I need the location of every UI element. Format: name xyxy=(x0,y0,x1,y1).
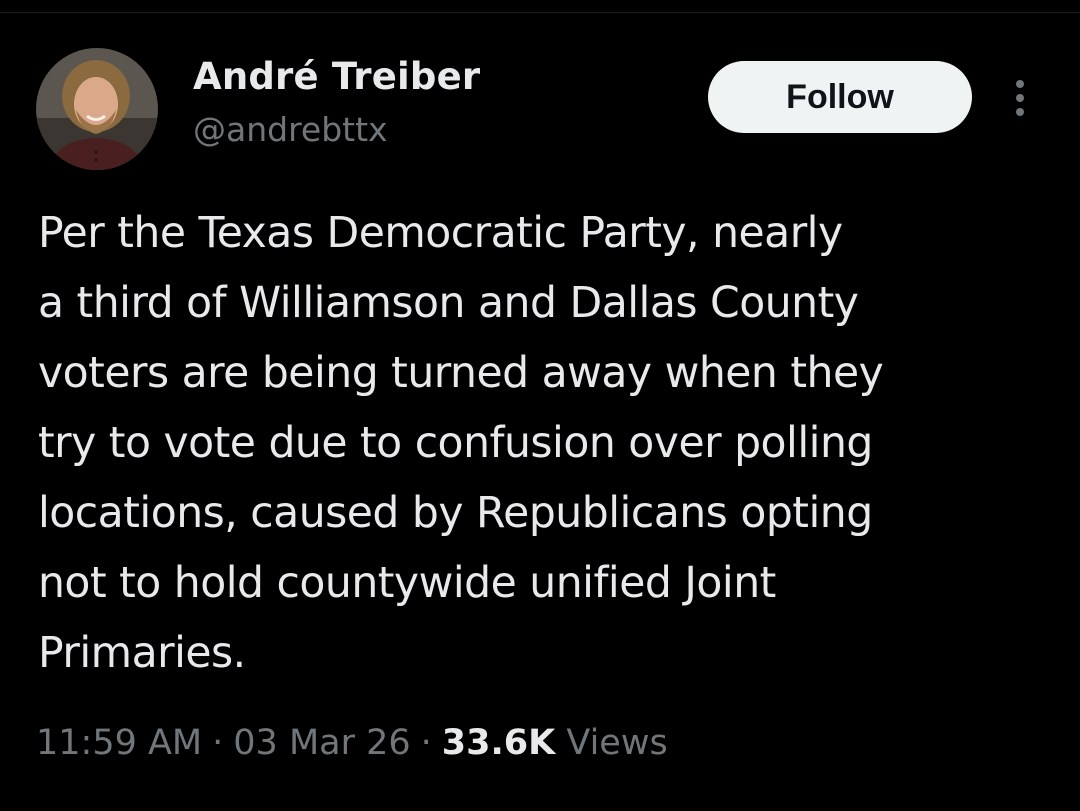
tweet-line: locations, caused by Republicans opting xyxy=(38,489,873,538)
author-name[interactable]: André Treiber xyxy=(193,55,480,98)
meta-separator: · xyxy=(420,723,432,763)
follow-button[interactable]: Follow xyxy=(708,61,972,133)
tweet-line: voters are being turned away when they xyxy=(38,349,884,398)
tweet-meta: 11:59 AM · 03 Mar 26 · 33.6K Views xyxy=(36,723,668,763)
author-handle[interactable]: @andrebttx xyxy=(193,110,388,149)
tweet-line: a third of Williamson and Dallas County xyxy=(38,279,859,328)
views-count: 33.6K xyxy=(441,723,556,763)
top-divider xyxy=(0,12,1080,13)
tweet-line: Primaries. xyxy=(38,629,246,678)
profile-photo xyxy=(36,48,158,170)
more-vertical-icon[interactable] xyxy=(1008,78,1032,118)
tweet-line: try to vote due to confusion over pollin… xyxy=(38,419,873,468)
meta-separator: · xyxy=(212,723,224,763)
tweet-time[interactable]: 11:59 AM xyxy=(36,723,202,763)
avatar[interactable] xyxy=(36,48,158,170)
tweet-line: not to hold countywide unified Joint xyxy=(38,559,776,608)
views-label: Views xyxy=(566,723,668,763)
tweet-line: Per the Texas Democratic Party, nearly xyxy=(38,209,843,258)
tweet-date[interactable]: 03 Mar 26 xyxy=(233,723,410,763)
tweet-text: Per the Texas Democratic Party, nearly a… xyxy=(38,199,1058,689)
